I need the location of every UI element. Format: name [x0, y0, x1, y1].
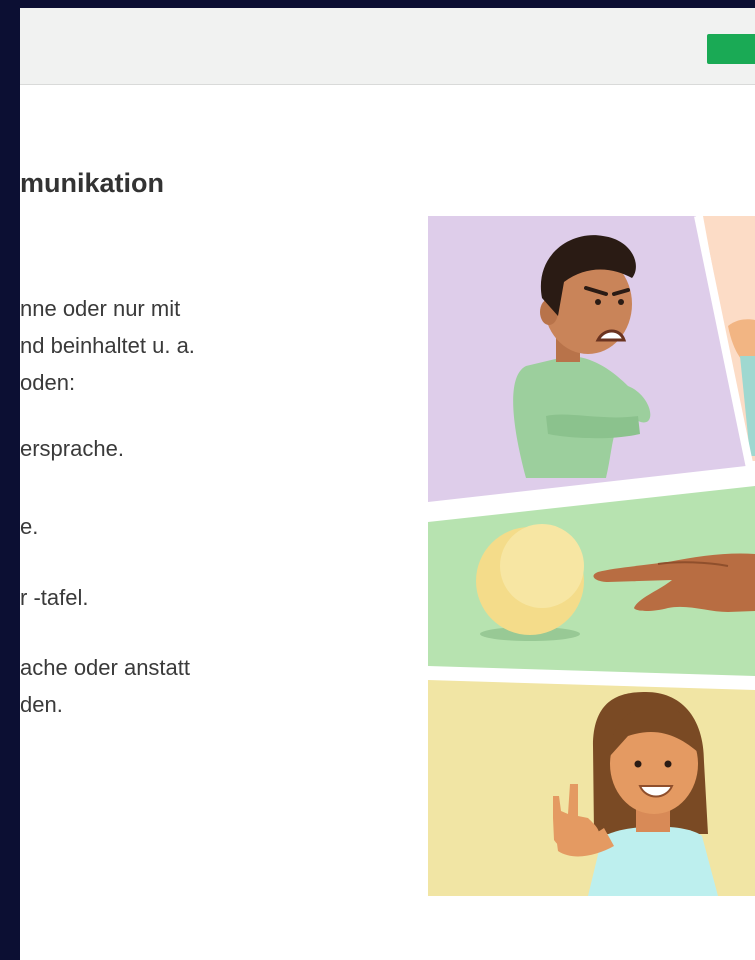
- paragraph-line: nne oder nur mit: [20, 296, 181, 321]
- paragraph-line: oden:: [20, 370, 76, 395]
- list-item: den.: [20, 692, 63, 717]
- progress-button[interactable]: [707, 34, 755, 64]
- pointing-ball-panel: [428, 486, 755, 676]
- top-bar: [20, 8, 755, 85]
- illustration-svg: [428, 216, 755, 896]
- angry-boy-panel: [428, 216, 746, 502]
- list-item: r -tafel.: [20, 585, 89, 610]
- communication-illustration: [428, 216, 755, 896]
- list-item: ache oder anstatt: [20, 655, 191, 680]
- app-frame: munikation nne oder nur mit nd beinhalte…: [20, 8, 755, 960]
- page-title: munikation: [20, 168, 165, 198]
- list-item: e.: [20, 514, 39, 539]
- girl-sign-language-panel: [428, 680, 755, 896]
- paragraph-line: nd beinhaltet u. a.: [20, 333, 195, 358]
- list-item: ersprache.: [20, 436, 124, 461]
